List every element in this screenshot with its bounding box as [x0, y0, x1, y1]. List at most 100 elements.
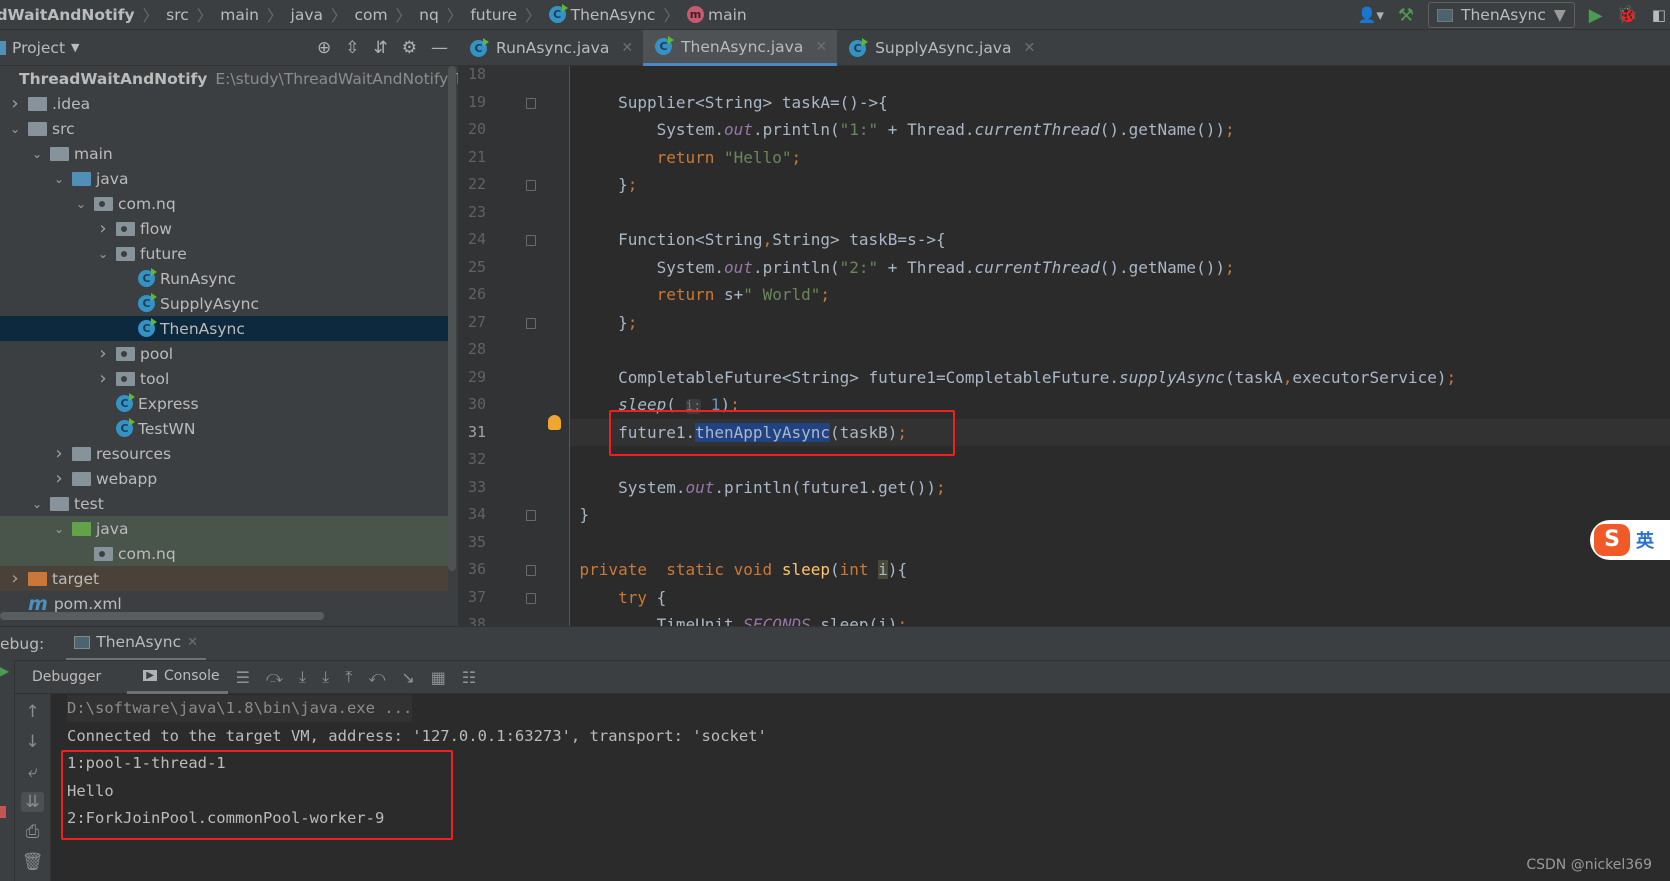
tab-debugger[interactable]: Debugger	[32, 669, 101, 685]
tree-item[interactable]: › webapp	[0, 466, 448, 491]
breadcrumb-item[interactable]: ThenAsync	[571, 6, 656, 24]
code-token: + Thread.	[878, 257, 975, 277]
evaluate-icon[interactable]: ▦	[431, 668, 446, 687]
chevron-down-icon[interactable]: ⌄	[74, 197, 88, 211]
chevron-right-icon[interactable]: ›	[52, 443, 66, 464]
fold-marker-icon[interactable]	[526, 180, 536, 191]
chevron-down-icon[interactable]: ⌄	[52, 172, 66, 186]
tree-item[interactable]: › tool	[0, 366, 448, 391]
tree-item[interactable]: ⌄ test	[0, 491, 448, 516]
chevron-right-icon[interactable]: ›	[8, 568, 22, 589]
minimize-icon[interactable]: —	[431, 38, 448, 58]
tree-item[interactable]: ⌄ main	[0, 141, 448, 166]
chevron-right-icon[interactable]: ›	[96, 368, 110, 389]
chevron-right-icon[interactable]: ›	[8, 93, 22, 114]
tree-item[interactable]: ⌄ com.nq	[0, 191, 448, 216]
breadcrumb-item[interactable]: main	[220, 6, 259, 24]
fold-marker-icon[interactable]	[526, 592, 536, 604]
close-icon[interactable]: ✕	[1023, 40, 1035, 56]
soft-wrap-icon[interactable]: ⤶	[28, 762, 38, 782]
fold-marker-icon[interactable]	[526, 97, 536, 109]
tab-thenasync-java[interactable]: C ThenAsync.java ✕	[643, 30, 838, 66]
tab-supplyasync-java[interactable]: C SupplyAsync.java ✕	[837, 30, 1045, 66]
drop-frame-icon[interactable]: ⤺	[368, 667, 385, 687]
run-to-cursor-icon[interactable]: ↘	[401, 668, 414, 687]
tree-item[interactable]: › pool	[0, 341, 448, 366]
close-icon[interactable]: ✕	[187, 635, 198, 650]
coverage-icon[interactable]: ◧	[1652, 6, 1666, 24]
breadcrumb-item[interactable]: com	[355, 6, 388, 24]
chevron-down-icon[interactable]: ⌄	[30, 497, 44, 511]
fold-marker-icon[interactable]	[526, 235, 536, 246]
fold-marker-icon[interactable]	[526, 510, 536, 521]
tree-item[interactable]: › target	[0, 566, 448, 591]
lightbulb-icon[interactable]	[548, 415, 561, 430]
tree-item[interactable]: › flow	[0, 216, 448, 241]
debug-session-tab[interactable]: ThenAsync ✕	[66, 627, 207, 661]
code-line: Supplier<String> taskA=()->{	[541, 89, 888, 117]
trace-icon[interactable]: ☷	[462, 668, 476, 687]
tree-item[interactable]: C TestWN	[0, 416, 448, 441]
tree-item[interactable]: ⌄ java	[0, 166, 448, 191]
tree-item[interactable]: com.nq	[0, 541, 448, 566]
breadcrumb-item[interactable]: java	[291, 6, 323, 24]
force-step-into-icon[interactable]: ⤓	[322, 667, 329, 687]
print-icon[interactable]: ⎙	[26, 822, 40, 842]
tree-item[interactable]: C SupplyAsync	[0, 291, 448, 316]
menu-icon[interactable]: ☰	[236, 668, 250, 687]
tree-item[interactable]: ⌄ future	[0, 241, 448, 266]
tree-item[interactable]: ⌄ java	[0, 516, 448, 541]
scroll-to-end-icon[interactable]: ⇊	[21, 792, 44, 812]
breadcrumb-item[interactable]: nq	[419, 6, 439, 24]
breadcrumb-item[interactable]: future	[470, 6, 517, 24]
tree-item[interactable]: C RunAsync	[0, 266, 448, 291]
expand-all-icon[interactable]: ⇳	[345, 38, 359, 58]
tree-item[interactable]: C Express	[0, 391, 448, 416]
trash-icon[interactable]: 🗑	[22, 852, 44, 872]
project-horizontal-scrollbar[interactable]	[0, 612, 324, 620]
collapse-all-icon[interactable]: ⇵	[374, 38, 388, 58]
chevron-down-icon[interactable]: ⌄	[52, 522, 66, 536]
chevron-right-icon[interactable]: ›	[96, 218, 110, 239]
run-configuration-dropdown[interactable]: ThenAsync ▼	[1428, 2, 1575, 28]
tab-runasync-java[interactable]: C RunAsync.java ✕	[458, 30, 643, 66]
step-over-icon[interactable]: ⤼	[266, 667, 283, 687]
tree-item[interactable]: ThreadWaitAndNotify E:\study\ThreadWaitAn…	[0, 66, 458, 91]
breadcrumb-item[interactable]: adWaitAndNotify	[0, 6, 135, 24]
chevron-down-icon[interactable]: ⌄	[8, 122, 22, 136]
chevron-down-icon[interactable]: ⌄	[30, 147, 44, 161]
tree-item[interactable]: C ThenAsync	[0, 316, 448, 341]
gear-icon[interactable]: ⚙	[402, 38, 417, 58]
chevron-down-icon[interactable]: ⌄	[96, 247, 110, 261]
arrow-up-icon[interactable]: ↑	[25, 702, 39, 722]
tab-console[interactable]: ▶ Console	[127, 660, 228, 694]
line-number: 25	[467, 257, 486, 276]
close-icon[interactable]: ✕	[621, 40, 633, 56]
close-icon[interactable]: ✕	[815, 39, 827, 55]
debug-bug-icon[interactable]: 🐞	[1617, 5, 1638, 25]
fold-marker-icon[interactable]	[526, 317, 536, 329]
breadcrumb-item[interactable]: src	[166, 6, 189, 24]
step-into-icon[interactable]: ⤓	[299, 667, 306, 687]
user-icon[interactable]: 👤▾	[1358, 6, 1384, 24]
chevron-right-icon[interactable]: ›	[52, 468, 66, 489]
resume-icon[interactable]: ▶	[0, 664, 9, 678]
locate-icon[interactable]: ⊕	[317, 38, 331, 58]
fold-marker-icon[interactable]	[526, 565, 536, 576]
breadcrumb-item[interactable]: main	[708, 6, 747, 24]
ime-indicator[interactable]: S 英	[1590, 520, 1670, 560]
project-vertical-scrollbar[interactable]	[448, 66, 456, 571]
run-icon[interactable]: ▶	[1589, 5, 1603, 26]
stop-icon[interactable]	[0, 806, 6, 818]
breadcrumb-separator-icon: 〉	[196, 6, 213, 25]
code-token: sleep	[781, 560, 830, 579]
build-hammer-icon[interactable]: ⚒	[1398, 5, 1414, 26]
chevron-right-icon[interactable]: ›	[96, 343, 110, 364]
step-out-icon[interactable]: ⤒	[345, 667, 352, 687]
arrow-down-icon[interactable]: ↓	[25, 732, 39, 752]
tree-item[interactable]: › .idea	[0, 91, 448, 116]
tree-item[interactable]: ⌄ src	[0, 116, 448, 141]
tree-item[interactable]: › resources	[0, 441, 448, 466]
project-view-dropdown[interactable]: Project ▼	[0, 39, 80, 57]
package-icon	[116, 221, 135, 236]
